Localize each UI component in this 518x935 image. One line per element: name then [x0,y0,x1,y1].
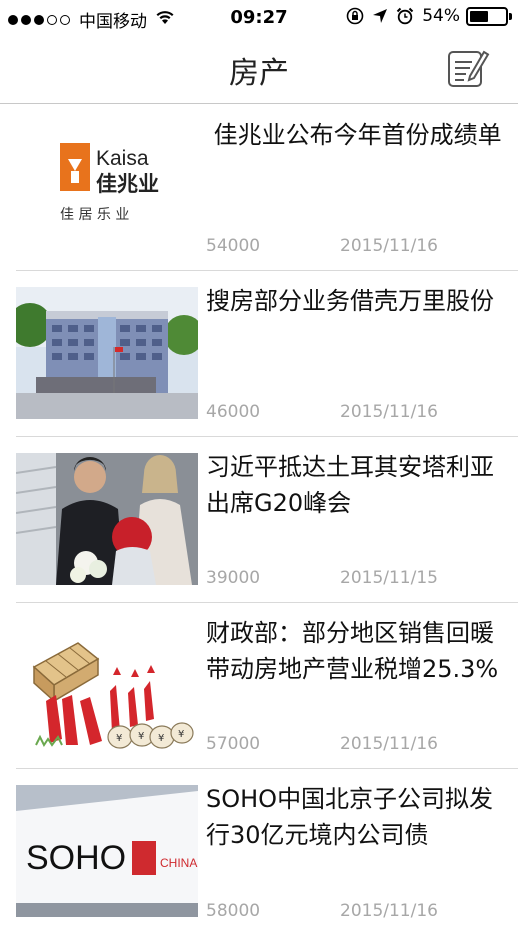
view-count: 54000 [206,236,261,256]
news-item[interactable]: ¥ ¥ ¥ ¥ 财政部：部分地区销售回暖带动房地产营业税增25.3% 57000 2… [16,603,518,769]
soho-brand-cn-text: CHINA [160,856,197,870]
news-list: Kaisa 佳兆业 佳 居 乐 业 佳兆业公布今年首份成绩单 54000 201… [0,105,518,935]
page-title: 房产 [229,56,289,91]
svg-text:¥: ¥ [178,729,184,740]
view-count: 57000 [206,734,261,754]
kaisa-brand-cn-text: 佳兆业 [96,172,159,196]
battery-fill [470,10,488,22]
nav-bar: 房产 [0,34,518,104]
news-title: 佳兆业公布今年首份成绩单 [206,121,502,149]
orientation-lock-icon [346,7,364,25]
view-count: 39000 [206,568,261,588]
soho-brand-text: SOHO [26,839,126,877]
svg-text:¥: ¥ [158,733,164,744]
news-item[interactable]: 习近平抵达土耳其安塔利亚 出席G20峰会 39000 2015/11/15 [16,437,518,603]
status-bar: 中国移动 09:27 54% [0,0,518,34]
news-item[interactable]: Kaisa 佳兆业 佳 居 乐 业 佳兆业公布今年首份成绩单 54000 201… [16,105,518,271]
location-icon [372,8,388,24]
publish-date: 2015/11/16 [340,236,438,256]
kaisa-slogan-text: 佳 居 乐 业 [60,207,129,223]
news-item[interactable]: 搜房部分业务借壳万里股份 46000 2015/11/16 [16,271,518,437]
view-count: 46000 [206,402,261,422]
status-right: 54% [338,6,512,26]
news-item[interactable]: SOHO CHINA SOHO中国北京子公司拟发行30亿元境内公司债 58000… [16,769,518,935]
alarm-icon [396,7,414,25]
news-title: 习近平抵达土耳其安塔利亚 出席G20峰会 [206,453,502,517]
compose-icon[interactable] [446,46,490,90]
svg-text:¥: ¥ [116,733,122,744]
battery-icon [466,6,512,26]
real-estate-cartoon-image: ¥ ¥ ¥ ¥ [16,619,198,751]
publish-date: 2015/11/15 [340,568,438,588]
news-title: 财政部：部分地区销售回暖带动房地产营业税增25.3% [206,619,499,683]
wanli-building-photo [16,287,198,419]
xi-arrival-photo [16,453,198,585]
publish-date: 2015/11/16 [340,734,438,754]
kaisa-brand-text: Kaisa [96,147,149,170]
kaisa-logo-image: Kaisa 佳兆业 佳 居 乐 业 [16,121,198,253]
publish-date: 2015/11/16 [340,402,438,422]
battery-percent: 54% [422,6,460,26]
soho-china-sign-photo: SOHO CHINA [16,785,198,917]
news-title: SOHO中国北京子公司拟发行30亿元境内公司债 [206,785,494,849]
view-count: 58000 [206,901,261,921]
news-title: 搜房部分业务借壳万里股份 [206,287,494,315]
publish-date: 2015/11/16 [340,901,438,921]
svg-text:¥: ¥ [138,731,144,742]
